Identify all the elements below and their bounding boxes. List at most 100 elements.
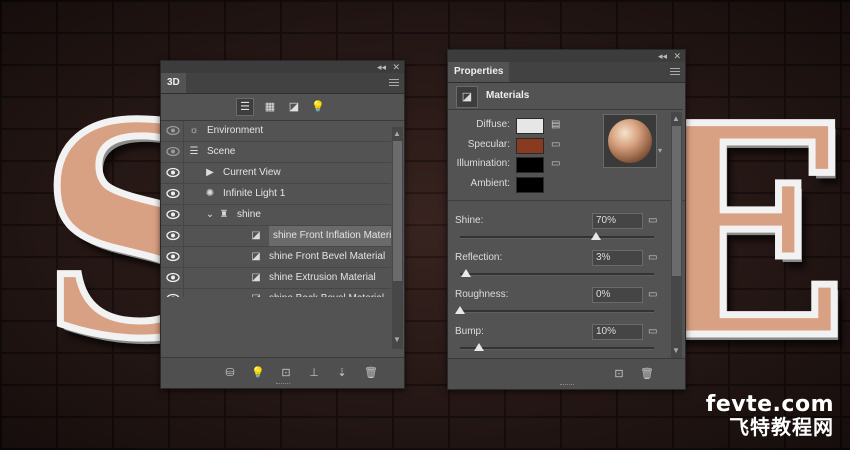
texture-folder-icon[interactable]: ▭ (648, 327, 662, 337)
slider-track[interactable] (460, 273, 654, 276)
slider-handle[interactable] (460, 269, 471, 277)
illumination-folder-icon[interactable]: ▭ (551, 159, 565, 169)
tab-3d[interactable]: 3D (161, 73, 186, 93)
slider-value-field[interactable]: 0% (592, 287, 643, 303)
tab-properties[interactable]: Properties (448, 62, 510, 82)
collapse-icon[interactable]: ◂◂ (658, 50, 667, 62)
material-picker-dropdown-icon[interactable]: ▾ (658, 146, 662, 155)
layer-row[interactable]: ☼ Environment (161, 121, 391, 142)
slider-label: Bump: (455, 326, 484, 337)
eye-icon (166, 209, 180, 220)
delete-icon[interactable]: 🗑 (640, 367, 654, 381)
slider-handle[interactable] (474, 343, 485, 351)
diffuse-texture-icon[interactable]: ▤ (551, 120, 565, 130)
specular-label: Specular: (467, 139, 510, 150)
materials-header: ◪ Materials (448, 83, 683, 110)
layer-row[interactable]: ◪ shine Front Bevel Material (161, 247, 391, 268)
collapse-icon[interactable]: ◂◂ (377, 61, 386, 73)
material-icon: ◪ (249, 292, 263, 297)
visibility-toggle[interactable] (161, 268, 184, 288)
new-material-icon[interactable]: ⊡ (612, 367, 626, 381)
illumination-label: Illumination: (456, 158, 510, 169)
scroll-down-icon[interactable]: ▼ (393, 335, 401, 344)
resize-grip[interactable] (559, 384, 574, 387)
scroll-up-icon[interactable]: ▲ (672, 114, 680, 123)
visibility-toggle[interactable] (161, 163, 184, 183)
visibility-toggle[interactable] (161, 226, 184, 246)
close-icon[interactable]: ✕ (673, 50, 681, 62)
slider-label: Shine: (455, 215, 484, 226)
diffuse-label: Diffuse: (476, 119, 510, 130)
add-light-icon[interactable]: 💡 (251, 366, 265, 380)
filter-bar: ☰ ▦ ◪ 💡 (161, 94, 404, 121)
light-icon: ✺ (205, 188, 215, 199)
layer-row[interactable]: ☰ Scene (161, 142, 391, 163)
eye-icon (166, 146, 180, 157)
scroll-thumb[interactable] (672, 126, 681, 276)
material-icon: ◪ (251, 230, 261, 241)
eye-icon (166, 272, 180, 283)
material-sphere (608, 119, 652, 163)
diffuse-swatch[interactable] (516, 118, 544, 134)
specular-folder-icon[interactable]: ▭ (551, 140, 565, 150)
delete-icon[interactable]: 🗑 (364, 366, 378, 380)
slider-handle[interactable] (455, 306, 465, 314)
visibility-toggle[interactable] (161, 121, 184, 141)
slider-value-field[interactable]: 70% (592, 213, 643, 229)
materials-filter-icon[interactable]: ◪ (286, 99, 302, 115)
layer-row[interactable]: ▶ Current View (161, 163, 391, 184)
layer-row[interactable]: ✺ Infinite Light 1 (161, 184, 391, 205)
properties-scrollbar[interactable]: ▲ ▼ (671, 112, 682, 358)
layer-label: Infinite Light 1 (223, 188, 286, 199)
panel-properties: ◂◂ ✕ Properties ◪ Materials Diffuse: ▤ S… (447, 49, 686, 390)
layer-row[interactable]: ⌄ ♜ shine (161, 205, 391, 226)
scroll-thumb[interactable] (393, 141, 402, 281)
layer-label: shine (237, 209, 261, 220)
slider-track[interactable] (460, 347, 654, 350)
texture-folder-icon[interactable]: ▭ (648, 290, 662, 300)
properties-bottombar: ⊡ 🗑 (448, 358, 685, 389)
slider-track[interactable] (460, 310, 654, 313)
mesh-icon: ♜ (219, 209, 229, 220)
materials-icon: ◪ (456, 86, 478, 108)
panel-menu-icon[interactable] (670, 68, 680, 76)
new-object-icon[interactable]: ⊡ (279, 366, 293, 380)
lights-filter-icon[interactable]: 💡 (310, 99, 326, 115)
panel-menu-icon[interactable] (389, 79, 399, 87)
scroll-up-icon[interactable]: ▲ (393, 129, 401, 138)
visibility-toggle[interactable] (161, 142, 184, 162)
layer-row[interactable]: ◪ shine Back Bevel Material (161, 289, 391, 297)
watermark: fevte.com 飞特教程网 (706, 394, 834, 439)
visibility-toggle[interactable] (161, 184, 184, 204)
ambient-swatch[interactable] (516, 177, 544, 193)
scroll-down-icon[interactable]: ▼ (672, 346, 680, 355)
texture-folder-icon[interactable]: ▭ (648, 253, 662, 263)
visibility-toggle[interactable] (161, 247, 184, 267)
layer-row[interactable]: ◪ shine Extrusion Material (161, 268, 391, 289)
scene-filter-icon[interactable]: ☰ (236, 98, 254, 116)
slider-value-field[interactable]: 10% (592, 324, 643, 340)
layer-label: shine Extrusion Material (269, 272, 376, 283)
eye-icon (166, 293, 180, 297)
slider-track[interactable] (460, 236, 654, 239)
resize-grip[interactable] (275, 383, 290, 386)
layer-scrollbar[interactable]: ▲ ▼ (392, 127, 403, 349)
layer-list: ☼ Environment ☰ Scene ▶ Current View ✺ Infinite… (161, 121, 391, 297)
illumination-swatch[interactable] (516, 157, 544, 173)
ground-plane-icon[interactable]: ⊥ (307, 366, 321, 380)
specular-swatch[interactable] (516, 138, 544, 154)
visibility-toggle[interactable] (161, 289, 184, 297)
render-icon[interactable]: ⛁ (223, 366, 237, 380)
slider-value-field[interactable]: 3% (592, 250, 643, 266)
mesh-filter-icon[interactable]: ▦ (262, 99, 278, 115)
material-preview[interactable] (603, 114, 657, 168)
drop-to-plane-icon[interactable]: ⇣ (335, 366, 349, 380)
panel-3d-tabrow: 3D (161, 73, 404, 94)
visibility-toggle[interactable] (161, 205, 184, 225)
chevron-down-icon[interactable]: ⌄ (203, 208, 217, 222)
texture-folder-icon[interactable]: ▭ (648, 216, 662, 226)
layer-label: Environment (207, 125, 264, 136)
close-icon[interactable]: ✕ (392, 61, 400, 73)
layer-row[interactable]: ◪ shine Front Inflation Material (161, 226, 391, 247)
slider-handle[interactable] (590, 232, 601, 240)
